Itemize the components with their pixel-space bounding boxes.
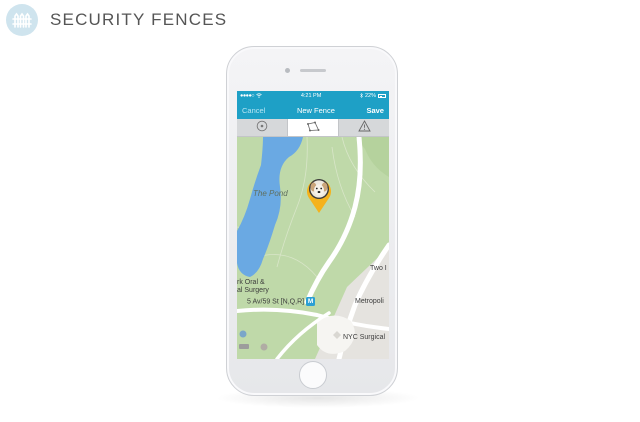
home-button[interactable] [299, 361, 327, 389]
polygon-fence-icon [306, 119, 320, 137]
station-name: 5 Av/59 St [N,Q,R] [247, 298, 305, 306]
fence-type-tabs [237, 119, 389, 137]
warning-icon [357, 119, 371, 137]
nav-bar: Cancel New Fence Save [237, 101, 389, 119]
map-label-pond: The Pond [253, 189, 288, 198]
tab-alert-fence[interactable] [339, 119, 389, 136]
map-label-oral: rk Oral & [237, 279, 265, 286]
wifi-icon [256, 92, 262, 100]
map-label-nyc-surgical: NYC Surgical [343, 334, 386, 341]
map-label-two: Two I [370, 265, 387, 272]
cancel-button[interactable]: Cancel [242, 106, 265, 115]
map-label-station: 5 Av/59 St [N,Q,R] M [247, 297, 316, 306]
fence-icon [6, 4, 38, 36]
tab-circle-fence[interactable] [237, 119, 288, 136]
camera-icon [285, 68, 290, 73]
save-button[interactable]: Save [366, 106, 384, 115]
phone-screen: ●●●●○ 4:21 PM 22% Cancel New Fence Save [237, 91, 389, 359]
nav-title: New Fence [296, 105, 335, 115]
phone-frame: ●●●●○ 4:21 PM 22% Cancel New Fence Save [226, 46, 398, 396]
dog-location-pin-icon[interactable] [305, 176, 333, 214]
battery-percent: 22% [364, 93, 376, 99]
map-view[interactable]: The Pond Two I rk Oral & al Surgery 5 Av… [237, 137, 389, 359]
circle-fence-icon [256, 119, 268, 137]
tab-polygon-fence[interactable] [288, 119, 339, 136]
signal-indicator: ●●●●○ [240, 93, 255, 99]
bluetooth-icon [360, 92, 363, 100]
map-label-metro: Metropoli [355, 298, 384, 305]
status-time: 4:21 PM [300, 93, 322, 99]
page-title: SECURITY FENCES [50, 10, 228, 29]
status-bar: ●●●●○ 4:21 PM 22% [237, 91, 389, 101]
map-label-surgery: al Surgery [237, 287, 269, 294]
subway-icon: M [306, 297, 316, 306]
brand-header: SECURITY FENCES [6, 4, 227, 36]
battery-icon [378, 94, 386, 98]
map-graphic [237, 137, 389, 359]
speaker-grille [300, 69, 326, 72]
